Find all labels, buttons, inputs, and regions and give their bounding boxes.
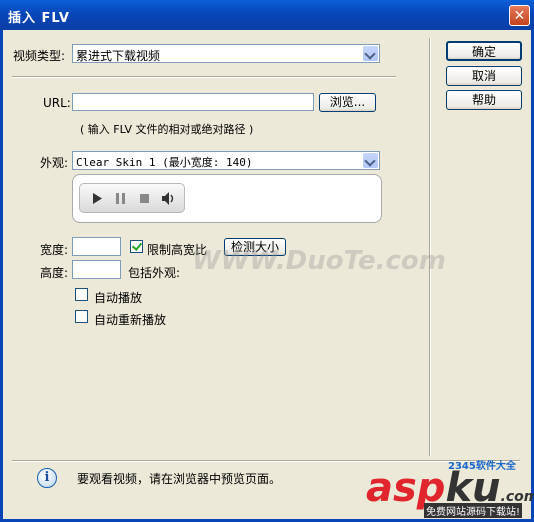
url-input[interactable]: [72, 93, 314, 111]
divider: [12, 76, 396, 78]
includes-skin-label: 包括外观:: [128, 266, 181, 280]
pause-icon: [116, 193, 125, 204]
volume-icon: [162, 192, 174, 205]
autoplay-label: 自动播放: [94, 291, 143, 305]
height-label: 高度:: [40, 266, 69, 280]
video-type-value: 累进式下载视频: [76, 49, 161, 63]
autorewind-label: 自动重新播放: [94, 313, 167, 327]
help-button[interactable]: 帮助: [446, 90, 522, 110]
browse-button[interactable]: 浏览...: [319, 93, 376, 112]
skin-value: Clear Skin 1 (最小宽度: 140): [76, 156, 253, 169]
url-hint: ( 输入 FLV 文件的相对或绝对路径 ): [80, 123, 254, 136]
ok-button[interactable]: 确定: [446, 41, 522, 61]
brand-tagline: 免费网站源码下载站!: [424, 503, 523, 518]
window-title: 插入 FLV: [8, 11, 70, 26]
video-type-label: 视频类型:: [13, 49, 66, 63]
info-icon: i: [37, 468, 57, 488]
autorewind-checkbox[interactable]: [75, 310, 88, 323]
close-button[interactable]: ✕: [509, 5, 530, 26]
url-label: URL:: [43, 96, 71, 110]
play-icon: [93, 193, 102, 204]
footer-message: 要观看视频，请在浏览器中预览页面。: [77, 472, 282, 486]
footer-divider: [12, 460, 520, 462]
height-input[interactable]: [72, 260, 121, 279]
title-bar: 插入 FLV ✕: [0, 0, 534, 30]
skin-preview: [72, 174, 382, 223]
video-type-select[interactable]: 累进式下载视频: [72, 44, 380, 63]
chevron-down-icon[interactable]: [363, 46, 378, 61]
player-controls: [79, 183, 185, 213]
width-input[interactable]: [72, 237, 121, 256]
width-label: 宽度:: [40, 243, 69, 257]
stop-icon: [140, 194, 149, 203]
constrain-checkbox[interactable]: [130, 240, 143, 253]
autoplay-checkbox[interactable]: [75, 288, 88, 301]
chevron-down-icon[interactable]: [363, 153, 378, 168]
cancel-button[interactable]: 取消: [446, 66, 522, 86]
skin-label: 外观:: [40, 156, 69, 170]
skin-select[interactable]: Clear Skin 1 (最小宽度: 140): [72, 151, 380, 170]
watermark-text: WWW.DuoTe.com: [192, 246, 446, 276]
